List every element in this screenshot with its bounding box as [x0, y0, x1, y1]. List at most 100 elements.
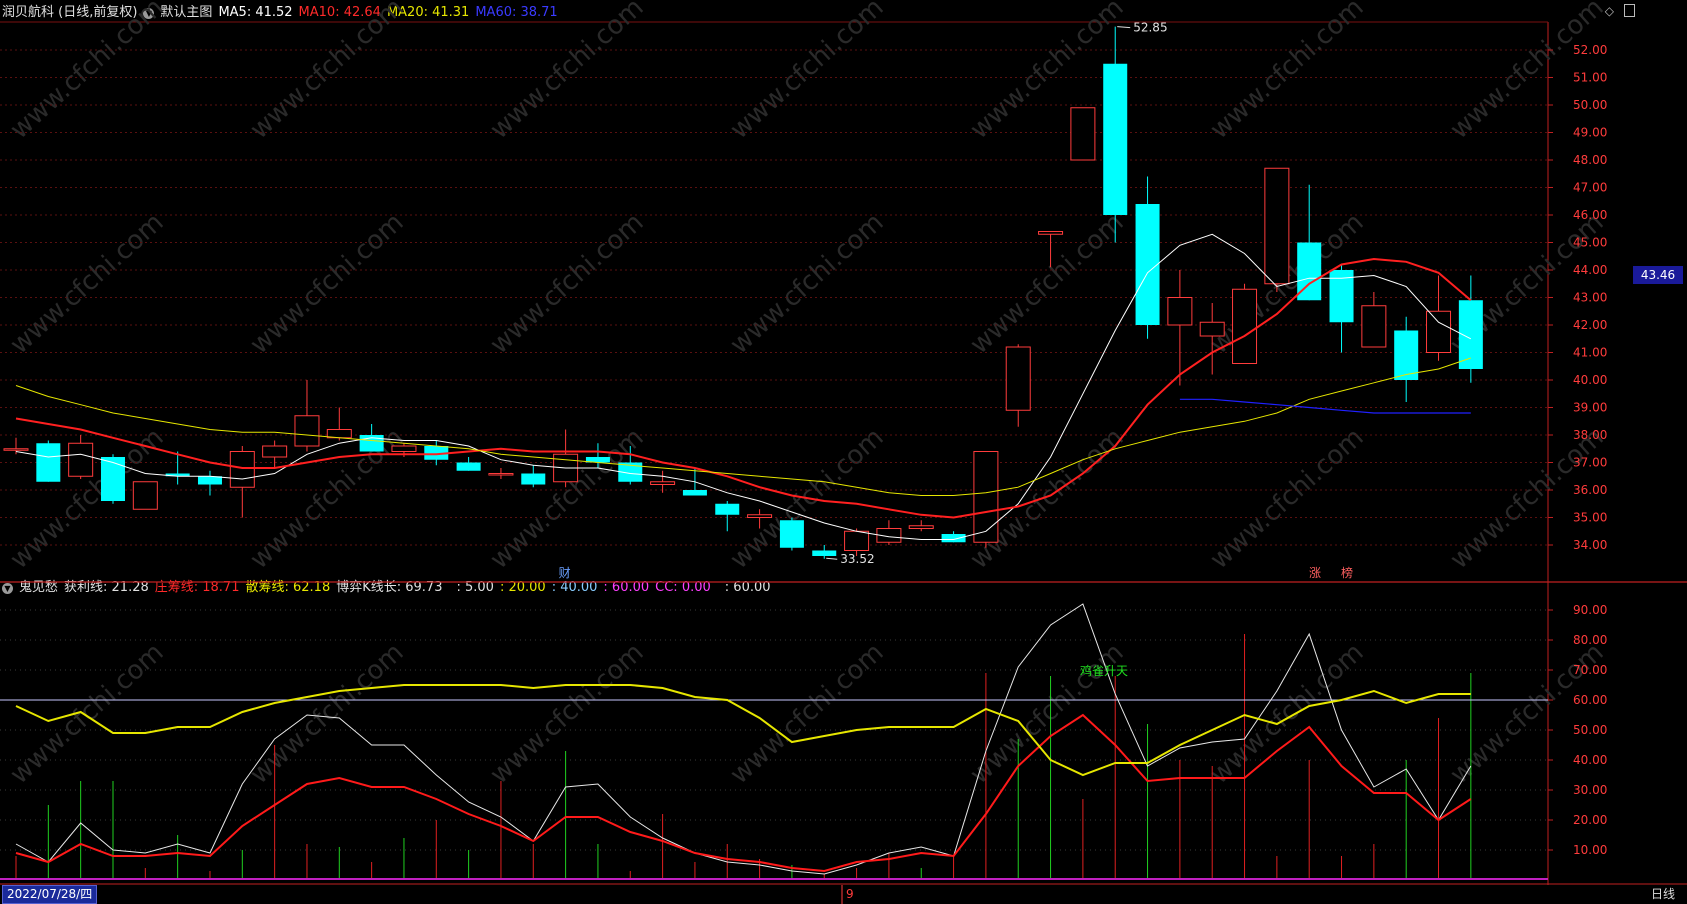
watermark-text: www.cfchi.com	[1205, 422, 1370, 575]
watermark-text: www.cfchi.com	[965, 207, 1130, 360]
watermark-text: www.cfchi.com	[1445, 422, 1610, 575]
price-tick-label: 35.00	[1573, 511, 1607, 525]
sub-tick-label: 60.00	[1573, 693, 1607, 707]
candle-body	[391, 445, 417, 452]
finance-marker: 财	[559, 566, 571, 580]
price-tick-label: 51.00	[1573, 71, 1607, 85]
ma-line-ma60	[1179, 398, 1471, 414]
candle-body	[262, 445, 288, 458]
sub-tick-label: 20.00	[1573, 813, 1607, 827]
candle-body	[1103, 63, 1128, 215]
watermark-text: www.cfchi.com	[725, 207, 890, 360]
candle-body	[68, 442, 94, 477]
price-tick-label: 36.00	[1573, 483, 1607, 497]
candle-body	[973, 451, 999, 543]
candle-body	[1038, 231, 1064, 235]
candle-body	[844, 530, 870, 551]
watermark-text: www.cfchi.com	[245, 207, 410, 360]
candle-body	[100, 457, 125, 501]
candle	[456, 457, 481, 471]
candle-body	[747, 514, 773, 518]
candle-body	[1232, 288, 1258, 364]
candle-body	[1167, 297, 1193, 326]
watermark-layer: www.cfchi.com www.cfchi.com www.cfchi.com w…	[5, 0, 1610, 790]
candle-body	[456, 462, 481, 471]
date-cursor[interactable]: 2022/07/28/四	[2, 885, 98, 904]
candle	[326, 407, 352, 441]
price-tick-label: 50.00	[1573, 98, 1607, 112]
candle-body	[908, 525, 934, 529]
candle	[132, 481, 158, 510]
candle	[1232, 283, 1258, 364]
candle	[100, 454, 125, 504]
sub-tick-label: 70.00	[1573, 663, 1607, 677]
price-tick-label: 40.00	[1573, 373, 1607, 387]
candle-body	[1361, 305, 1387, 348]
low-pointer	[826, 557, 838, 560]
candle	[779, 517, 804, 551]
candle-body	[1199, 321, 1225, 337]
low-price-label: 33.52	[840, 552, 874, 566]
sub-tick-label: 80.00	[1573, 633, 1607, 647]
candle-body	[812, 550, 837, 556]
candle	[553, 429, 579, 488]
watermark-text: www.cfchi.com	[245, 422, 410, 575]
candle-body	[229, 451, 255, 488]
current-price-label: 43.46	[1633, 266, 1683, 284]
candle	[229, 446, 255, 518]
candle-body	[1005, 346, 1031, 411]
price-tick-label: 47.00	[1573, 181, 1607, 195]
price-tick-label: 41.00	[1573, 346, 1607, 360]
watermark-text: www.cfchi.com	[5, 637, 170, 790]
candle	[1070, 107, 1096, 161]
candle-body	[132, 481, 158, 510]
ma-lines	[15, 233, 1472, 540]
candle-body	[715, 503, 740, 515]
candle	[488, 468, 514, 479]
candle-body	[682, 490, 707, 496]
watermark-text: www.cfchi.com	[1445, 637, 1610, 790]
candle-body	[3, 448, 29, 451]
price-tick-label: 42.00	[1573, 318, 1607, 332]
candle	[1103, 26, 1128, 243]
candle	[1361, 292, 1387, 348]
high-pointer	[1117, 26, 1131, 29]
stock-chart[interactable]: www.cfchi.com www.cfchi.com www.cfchi.com w…	[0, 0, 1687, 904]
candle	[941, 531, 966, 543]
watermark-text: www.cfchi.com	[5, 207, 170, 360]
sub-tick-label: 30.00	[1573, 783, 1607, 797]
price-tick-label: 48.00	[1573, 153, 1607, 167]
price-tick-label: 49.00	[1573, 126, 1607, 140]
month-mark: 9	[846, 887, 854, 901]
candle	[1135, 176, 1160, 339]
candle	[294, 380, 320, 452]
candle	[36, 440, 61, 482]
candle-body	[650, 481, 676, 485]
high-price-label: 52.85	[1133, 21, 1167, 35]
candle	[1005, 344, 1031, 427]
signal-label: 鸡雀升天	[1080, 663, 1128, 678]
candle	[715, 501, 740, 532]
candle-body	[294, 415, 320, 447]
candle-body	[1264, 167, 1290, 285]
sub-tick-label: 10.00	[1573, 843, 1607, 857]
sub-tick-label: 50.00	[1573, 723, 1607, 737]
period-label[interactable]: 日线	[1651, 885, 1675, 902]
price-tick-label: 43.00	[1573, 291, 1607, 305]
watermark-text: www.cfchi.com	[485, 422, 650, 575]
candle	[197, 470, 222, 496]
candle-body	[36, 443, 61, 482]
candle	[1394, 316, 1419, 402]
candle	[876, 520, 902, 545]
sub-tick-label: 40.00	[1573, 753, 1607, 767]
price-tick-label: 38.00	[1573, 428, 1607, 442]
price-tick-label: 52.00	[1573, 43, 1607, 57]
candle-body	[1135, 204, 1160, 325]
limit-up-marker: 涨	[1309, 565, 1321, 580]
rank-marker: 榜	[1341, 565, 1353, 580]
candle-body	[521, 473, 546, 485]
price-tick-label: 34.00	[1573, 538, 1607, 552]
ma-line-ma5	[15, 233, 1472, 540]
watermark-text: www.cfchi.com	[1205, 637, 1370, 790]
candle-body	[779, 520, 804, 548]
